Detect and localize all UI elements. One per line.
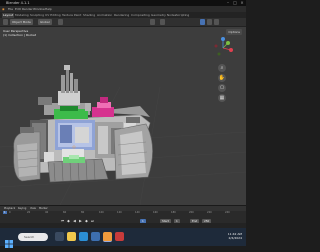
file-explorer-icon[interactable] [67, 232, 76, 241]
ruler-tick: 160 [153, 211, 158, 214]
timeline-editor: Playback Keying View Marker 1 0 20 40 60… [0, 205, 246, 224]
ruler-tick: 140 [135, 211, 140, 214]
timeline-ruler[interactable]: 1 0 20 40 60 80 100 120 140 160 180 200 … [0, 211, 246, 217]
ruler-tick: 80 [81, 211, 85, 214]
os-taskbar: Search 11:42 AM 2/4/2024 [0, 228, 246, 248]
system-clock[interactable]: 11:42 AM 2/4/2024 [228, 232, 242, 240]
taskbar-search-input[interactable]: Search [18, 233, 48, 241]
transform-orientation-dropdown[interactable]: Global [38, 19, 52, 25]
editor-type-icon[interactable] [3, 19, 8, 25]
viewport-header: Object Mode Global [0, 18, 246, 27]
current-frame-indicator[interactable]: 1 [3, 211, 7, 214]
task-view-icon[interactable] [55, 232, 64, 241]
edge-browser-icon[interactable] [79, 232, 88, 241]
rocket-model[interactable] [0, 27, 246, 205]
rendered-shading-icon[interactable] [214, 19, 219, 25]
ruler-tick: 100 [99, 211, 104, 214]
ruler-tick: 240 [225, 211, 230, 214]
xray-icon[interactable] [160, 19, 165, 25]
ruler-tick: 20 [27, 211, 31, 214]
clock-date: 2/4/2024 [228, 236, 242, 240]
blender-taskbar-icon[interactable] [103, 232, 112, 242]
minimize-icon[interactable]: – [226, 1, 230, 5]
3d-viewport[interactable]: User Perspective (1) Collection | Rocket… [0, 27, 246, 205]
ruler-tick: 60 [63, 211, 67, 214]
windows-start-icon[interactable] [5, 233, 13, 248]
maximize-icon[interactable]: □ [233, 1, 237, 5]
close-icon[interactable]: × [240, 1, 244, 5]
ruler-tick: 40 [45, 211, 49, 214]
keying-menu[interactable]: Keying [18, 207, 26, 210]
mode-dropdown[interactable]: Object Mode [10, 19, 33, 25]
playback-menu[interactable]: Playback [4, 207, 15, 210]
snap-icon[interactable] [58, 19, 63, 25]
ruler-tick: 220 [207, 211, 212, 214]
ruler-tick: 180 [171, 211, 176, 214]
ruler-tick: 0 [9, 211, 11, 214]
marker-menu[interactable]: Marker [39, 207, 48, 210]
material-shading-icon[interactable] [207, 19, 212, 25]
view-menu[interactable]: View [30, 207, 36, 210]
app-taskbar-icon[interactable] [115, 232, 124, 241]
overlays-icon[interactable] [150, 19, 155, 25]
ruler-tick: 120 [117, 211, 122, 214]
ruler-tick: 200 [189, 211, 194, 214]
solid-shading-icon[interactable] [200, 19, 205, 25]
mail-icon[interactable] [91, 232, 100, 241]
